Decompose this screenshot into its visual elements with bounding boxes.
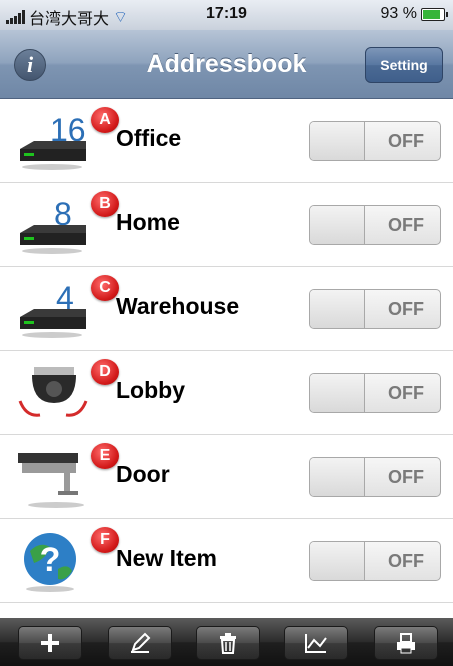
item-badge: A	[91, 107, 119, 133]
connect-switch[interactable]: OFF	[309, 373, 441, 413]
chart-button[interactable]	[284, 626, 348, 660]
edit-pencil-icon	[131, 632, 151, 653]
trash-icon	[220, 633, 236, 654]
battery-icon	[421, 7, 448, 21]
print-button[interactable]	[374, 626, 438, 660]
battery-group: 93 %	[380, 5, 448, 23]
dvr-4-channel-icon: 4	[16, 277, 88, 341]
switch-knob	[310, 206, 365, 244]
switch-knob	[310, 122, 365, 160]
item-badge: E	[91, 443, 119, 469]
item-name: Home	[116, 209, 180, 235]
item-name: Lobby	[116, 377, 185, 403]
list-item[interactable]: 8 B Home OFF	[0, 183, 453, 267]
switch-knob	[310, 374, 365, 412]
setting-button[interactable]: Setting	[365, 47, 443, 83]
connect-switch[interactable]: OFF	[309, 205, 441, 245]
battery-percent: 93 %	[380, 5, 417, 22]
item-name: Door	[116, 461, 170, 487]
status-bar: 台湾大哥大 ⌔ 17:19 93 %	[0, 0, 453, 30]
item-badge: C	[91, 275, 119, 301]
switch-knob	[310, 542, 365, 580]
dvr-16-channel-icon: 16	[16, 109, 88, 173]
switch-state: OFF	[388, 299, 424, 319]
print-icon	[397, 633, 415, 654]
list-item[interactable]: E Door OFF	[0, 435, 453, 519]
dvr-8-channel-icon: 8	[16, 193, 88, 257]
address-list: 16 A Office OFF 8 B Home OFF 4 C Warehou…	[0, 99, 453, 603]
list-item[interactable]: ? F New Item OFF	[0, 519, 453, 603]
switch-state: OFF	[388, 131, 424, 151]
item-name: Warehouse	[116, 293, 240, 319]
connect-switch[interactable]: OFF	[309, 541, 441, 581]
item-badge: F	[91, 527, 119, 553]
edit-button[interactable]	[108, 626, 172, 660]
delete-button[interactable]	[196, 626, 260, 660]
item-badge: D	[91, 359, 119, 385]
connect-switch[interactable]: OFF	[309, 457, 441, 497]
list-item[interactable]: 4 C Warehouse OFF	[0, 267, 453, 351]
add-button[interactable]	[18, 626, 82, 660]
switch-state: OFF	[388, 551, 424, 571]
item-badge: B	[91, 191, 119, 217]
connect-switch[interactable]: OFF	[309, 121, 441, 161]
item-name: New Item	[116, 545, 217, 571]
switch-state: OFF	[388, 467, 424, 487]
switch-knob	[310, 290, 365, 328]
list-item[interactable]: 16 A Office OFF	[0, 99, 453, 183]
help-globe-icon: ?	[16, 529, 88, 593]
switch-state: OFF	[388, 383, 424, 403]
dome-camera-icon	[16, 361, 88, 425]
switch-state: OFF	[388, 215, 424, 235]
item-name: Office	[116, 125, 182, 151]
switch-knob	[310, 458, 365, 496]
bullet-camera-icon	[16, 445, 88, 509]
connect-switch[interactable]: OFF	[309, 289, 441, 329]
nav-bar: i Addressbook Setting	[0, 30, 453, 99]
bottom-toolbar	[0, 618, 453, 666]
add-icon	[41, 634, 59, 652]
svg-text:?: ?	[40, 541, 61, 579]
list-item[interactable]: D Lobby OFF	[0, 351, 453, 435]
chart-icon	[305, 634, 327, 653]
